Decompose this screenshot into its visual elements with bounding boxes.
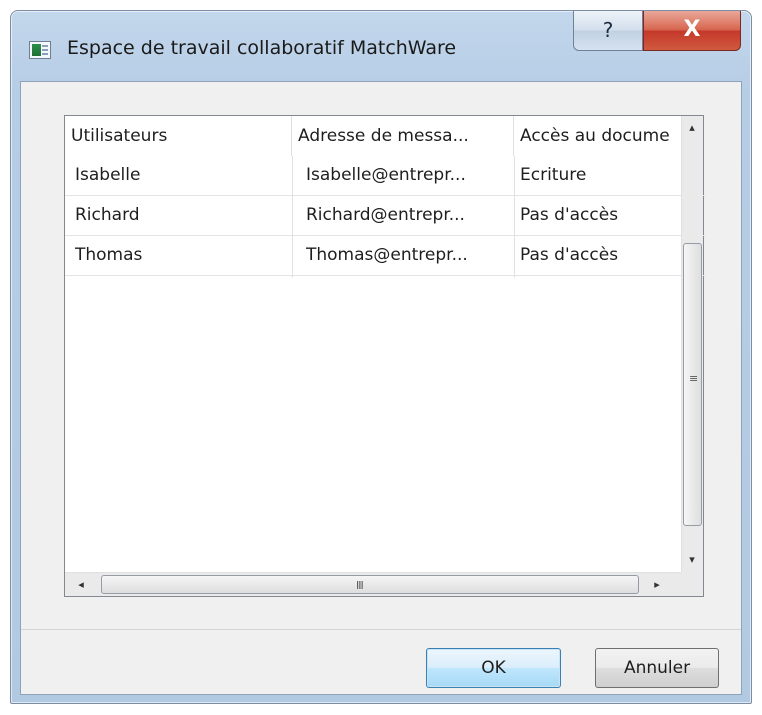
- grip-icon: ≡: [689, 372, 699, 385]
- scroll-left-icon[interactable]: ◂: [71, 575, 91, 595]
- column-header-email[interactable]: Adresse de messa...: [292, 116, 514, 156]
- horizontal-scroll-thumb[interactable]: III: [101, 575, 639, 594]
- list-header: Utilisateurs Adresse de messa... Accès a…: [65, 116, 705, 156]
- user-email-cell: Thomas@entrepr...: [306, 245, 468, 265]
- grip-icon: III: [356, 579, 364, 592]
- user-access-cell: Ecriture: [520, 165, 587, 185]
- close-button[interactable]: X: [643, 11, 741, 51]
- user-email-cell: Richard@entrepr...: [306, 205, 465, 225]
- user-name-cell: Richard: [75, 205, 140, 225]
- column-header-access[interactable]: Accès au docume: [514, 116, 683, 156]
- scroll-down-icon[interactable]: ▾: [682, 550, 702, 570]
- scroll-up-icon[interactable]: ▴: [682, 118, 702, 138]
- column-header-users[interactable]: Utilisateurs: [65, 116, 292, 156]
- vertical-scrollbar[interactable]: ▴ ≡ ▾: [681, 116, 703, 572]
- user-email-cell: Isabelle@entrepr...: [306, 165, 466, 185]
- scroll-right-icon[interactable]: ▸: [647, 575, 667, 595]
- user-name-cell: Thomas: [75, 245, 143, 265]
- user-access-cell: Pas d'accès: [520, 205, 619, 225]
- dialog-window: Espace de travail collaboratif MatchWare…: [10, 10, 752, 704]
- horizontal-scrollbar[interactable]: ◂ III ▸: [65, 572, 703, 596]
- dialog-client-area: Utilisateurs Adresse de messa... Accès a…: [20, 81, 742, 695]
- users-list[interactable]: Utilisateurs Adresse de messa... Accès a…: [64, 115, 705, 597]
- footer-divider: [21, 629, 741, 630]
- column-divider: [292, 156, 293, 278]
- table-row[interactable]: Thomas Thomas@entrepr... Pas d'accès: [65, 236, 705, 276]
- vertical-scroll-thumb[interactable]: ≡: [683, 243, 702, 526]
- table-row[interactable]: Richard Richard@entrepr... Pas d'accès: [65, 196, 705, 236]
- user-name-cell: Isabelle: [75, 165, 141, 185]
- scrollbar-corner: [681, 572, 703, 596]
- column-divider: [514, 156, 515, 278]
- app-icon: [29, 41, 51, 59]
- window-title: Espace de travail collaboratif MatchWare: [67, 37, 457, 59]
- title-bar[interactable]: Espace de travail collaboratif MatchWare…: [11, 11, 751, 81]
- user-access-cell: Pas d'accès: [520, 245, 619, 265]
- table-row[interactable]: Isabelle Isabelle@entrepr... Ecriture: [65, 156, 705, 196]
- help-button[interactable]: ?: [573, 11, 643, 51]
- cancel-button[interactable]: Annuler: [595, 648, 719, 688]
- ok-button[interactable]: OK: [426, 648, 561, 688]
